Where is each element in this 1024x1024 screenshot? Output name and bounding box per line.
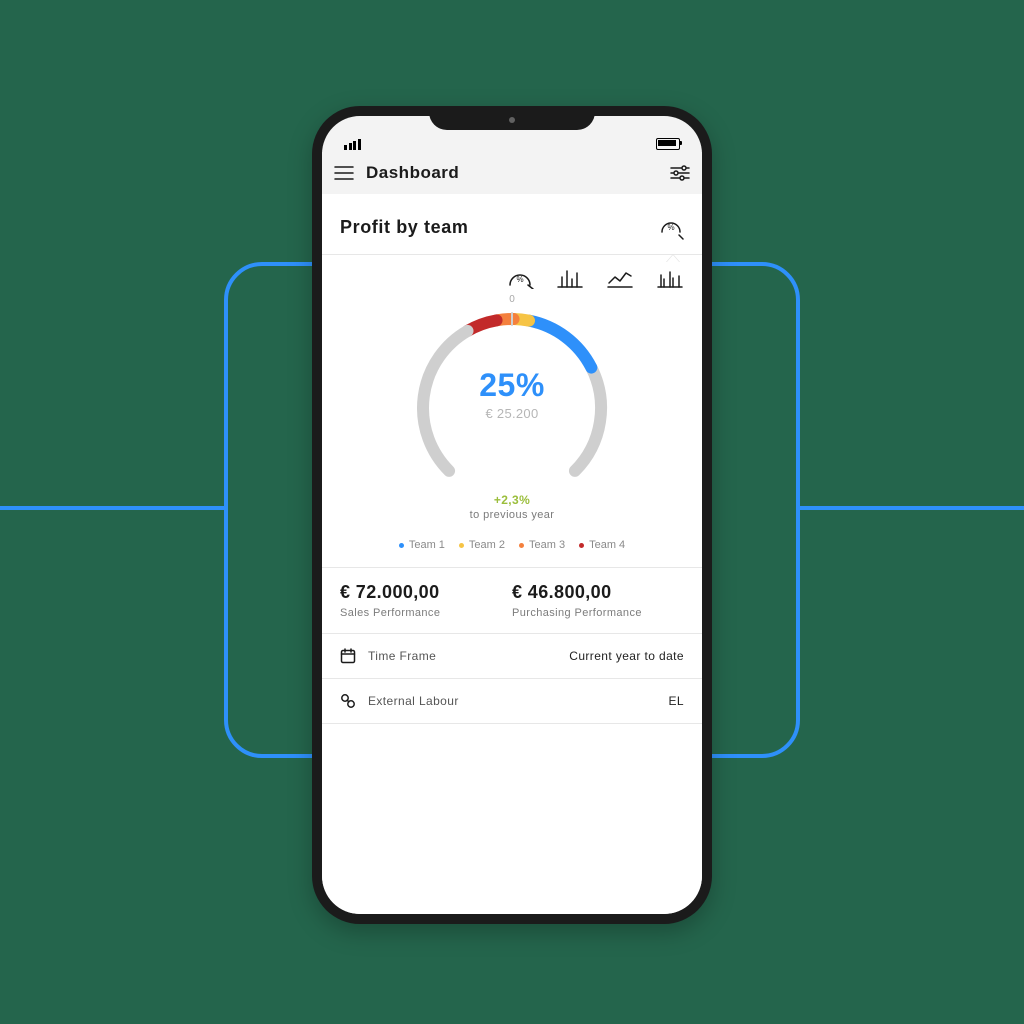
kpi-row: € 72.000,00 Sales Performance € 46.800,0… (322, 568, 702, 633)
kpi-value: € 46.800,00 (512, 582, 684, 603)
row-value: Current year to date (569, 649, 684, 663)
legend-item-team4: Team 4 (579, 539, 625, 551)
kpi-purchasing: € 46.800,00 Purchasing Performance (512, 582, 684, 619)
decor-line-right (800, 506, 1024, 510)
svg-text:%: % (516, 275, 523, 284)
viz-gauge-button[interactable]: % (506, 267, 534, 289)
delta-sub: to previous year (322, 509, 702, 521)
kpi-label: Sales Performance (340, 607, 512, 619)
profit-gauge: 0 (401, 297, 623, 499)
viz-grouped-bar-button[interactable] (656, 267, 684, 289)
callout-pointer (666, 255, 680, 263)
phone-screen: Dashboard Profit by team % (322, 116, 702, 914)
row-label: External Labour (368, 694, 459, 708)
calendar-icon (340, 648, 356, 664)
chart-type-switcher: % (322, 255, 702, 293)
row-value: EL (669, 694, 684, 708)
section-header: Profit by team % (322, 194, 702, 254)
legend-label: Team 2 (469, 539, 505, 551)
legend-item-team1: Team 1 (399, 539, 445, 551)
row-external-labour[interactable]: External Labour EL (322, 679, 702, 723)
gauge-amount: € 25.200 (401, 406, 623, 421)
row-timeframe[interactable]: Time Frame Current year to date (322, 634, 702, 678)
phone-frame: Dashboard Profit by team % (312, 106, 712, 924)
menu-icon[interactable] (334, 165, 354, 181)
signal-icon (344, 139, 361, 150)
gauge-legend: Team 1 Team 2 Team 3 Team 4 (322, 521, 702, 567)
svg-text:%: % (667, 223, 674, 232)
decor-line-left (0, 506, 224, 510)
kpi-value: € 72.000,00 (340, 582, 512, 603)
legend-dot (579, 543, 584, 548)
legend-dot (519, 543, 524, 548)
kpi-label: Purchasing Performance (512, 607, 684, 619)
legend-item-team3: Team 3 (519, 539, 565, 551)
viz-bar-button[interactable] (556, 267, 584, 289)
section-title: Profit by team (340, 217, 468, 238)
settings-sliders-icon[interactable] (670, 165, 690, 181)
content-area: Profit by team % % (322, 194, 702, 914)
promo-backdrop: Dashboard Profit by team % (0, 0, 1024, 1024)
legend-label: Team 4 (589, 539, 625, 551)
phone-notch (429, 106, 595, 130)
battery-icon (656, 138, 680, 150)
gauge-summary-icon[interactable]: % (658, 214, 684, 240)
gauge-zero-label: 0 (509, 294, 515, 305)
viz-line-button[interactable] (606, 267, 634, 289)
legend-item-team2: Team 2 (459, 539, 505, 551)
row-label: Time Frame (368, 649, 436, 663)
legend-label: Team 1 (409, 539, 445, 551)
legend-dot (399, 543, 404, 548)
tag-icon (340, 693, 356, 709)
gauge-percent: 25% (401, 367, 623, 404)
legend-dot (459, 543, 464, 548)
app-header: Dashboard (322, 152, 702, 194)
page-title: Dashboard (366, 163, 459, 183)
legend-label: Team 3 (529, 539, 565, 551)
kpi-sales: € 72.000,00 Sales Performance (340, 582, 512, 619)
